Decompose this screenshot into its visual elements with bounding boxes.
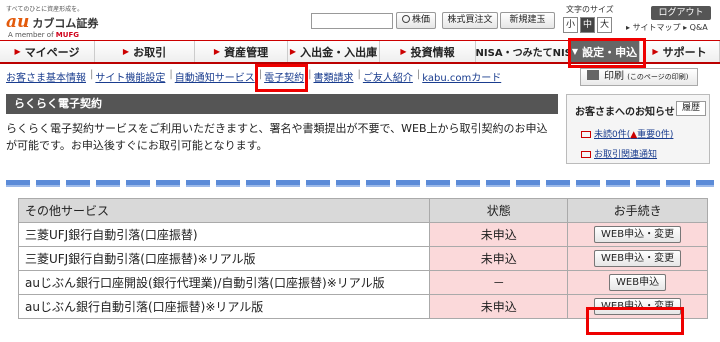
printer-icon	[587, 70, 599, 80]
service-name: 三菱UFJ銀行自動引落(口座振替)	[17, 222, 431, 247]
search-icon	[401, 15, 410, 23]
main-nav: ▶マイページ ▶お取引 ▶資産管理 ▶入出金・入出庫 ▶投資情報 ▶NISA・つ…	[0, 40, 720, 64]
services-table: その他サービス 状態 お手続き 三菱UFJ銀行自動引落(口座振替) 未申込 WE…	[17, 198, 708, 319]
action-cell: WEB申込・変更	[567, 222, 708, 247]
action-cell: WEB申込	[567, 270, 708, 295]
stock-search-input[interactable]	[311, 13, 393, 29]
mufg-logo: MUFG	[55, 31, 79, 39]
mail-icon	[581, 151, 591, 158]
arrow-right-icon: ▶	[14, 47, 21, 56]
nav-deposit[interactable]: ▶ 入出金・入出庫	[288, 41, 380, 62]
nav-nisa[interactable]: ▶NISA・つみたてNISA	[476, 41, 570, 62]
unread-link[interactable]: 未読0件(▲重要0件)	[581, 127, 673, 140]
service-name: 三菱UFJ銀行自動引落(口座振替)※リアル版	[17, 246, 431, 271]
header-links: ▸ サイトマップ ▸ Q&A	[626, 23, 708, 32]
table-row: auじぶん銀行自動引落(口座振替)※リアル版 未申込 WEB申込・変更	[17, 294, 708, 319]
status-cell: －	[429, 270, 569, 295]
web-apply-button[interactable]: WEB申込	[609, 274, 667, 291]
arrow-down-icon: ▼	[571, 47, 579, 56]
font-size-large[interactable]: 大	[597, 17, 612, 33]
sitemap-link[interactable]: サイトマップ	[633, 23, 681, 32]
table-row: 三菱UFJ銀行自動引落(口座振替)※リアル版 未申込 WEB申込・変更	[17, 246, 708, 271]
mail-icon	[581, 131, 591, 138]
nav-investment-info[interactable]: ▶ 投資情報	[380, 41, 476, 62]
web-apply-button[interactable]: WEB申込・変更	[594, 250, 682, 267]
action-cell: WEB申込・変更	[567, 246, 708, 271]
table-header-row: その他サービス 状態 お手続き	[17, 198, 708, 223]
member-of: A member of MUFG	[8, 31, 79, 39]
nav-mypage[interactable]: ▶ マイページ	[0, 41, 95, 62]
subnav-site-settings[interactable]: サイト機能設定	[95, 69, 165, 84]
subnav-basic-info[interactable]: お客さま基本情報	[6, 69, 86, 84]
arrow-right-icon: ▶	[289, 47, 297, 56]
service-name: auじぶん銀行口座開設(銀行代理業)/自動引落(口座振替)※リアル版	[17, 270, 431, 295]
action-cell: WEB申込・変更	[567, 294, 708, 319]
site-logo[interactable]: au カブコム証券	[6, 12, 98, 32]
status-cell: 未申込	[429, 222, 569, 247]
print-button[interactable]: 印刷 (このページの印刷)	[580, 68, 698, 86]
col-service: その他サービス	[17, 198, 431, 223]
table-row: 三菱UFJ銀行自動引落(口座振替) 未申込 WEB申込・変更	[17, 222, 708, 247]
subnav-e-contract[interactable]: 電子契約	[264, 69, 304, 84]
nav-trade[interactable]: ▶ お取引	[95, 41, 195, 62]
arrow-right-icon: ▶	[400, 47, 407, 56]
nav-support[interactable]: ▶ サポート	[640, 41, 720, 62]
history-button[interactable]: 履歴	[676, 101, 706, 116]
contract-notice-link[interactable]: お取引関連通知	[581, 147, 657, 160]
print-note: (このページの印刷)	[627, 73, 689, 81]
status-cell: 未申込	[429, 246, 569, 271]
logo-au: au	[6, 12, 30, 32]
member-prefix: A member of	[8, 31, 54, 39]
page-description: らくらく電子契約サービスをご利用いただきますと、署名や書類提出が不要で、WEB上…	[6, 122, 548, 152]
sub-nav: お客さま基本情報 | サイト機能設定 | 自動通知サービス | 電子契約 | 書類請求 |…	[6, 69, 502, 84]
col-status: 状態	[429, 198, 569, 223]
font-size-label: 文字のサイズ	[566, 5, 614, 14]
stock-buy-button[interactable]: 株式買注文	[442, 12, 498, 29]
page-title: らくらく電子契約	[6, 94, 558, 114]
logout-button[interactable]: ログアウト	[651, 6, 711, 20]
web-apply-button[interactable]: WEB申込・変更	[594, 226, 682, 243]
stock-price-label: 株価	[411, 15, 430, 25]
font-size-small[interactable]: 小	[563, 17, 578, 33]
subnav-card[interactable]: kabu.comカード	[422, 69, 501, 84]
notice-title: お客さまへのお知らせ	[575, 107, 675, 118]
web-apply-button[interactable]: WEB申込・変更	[594, 298, 682, 315]
arrow-right-icon: ▶	[213, 47, 221, 56]
font-size-medium[interactable]: 中	[580, 17, 595, 33]
stock-price-button[interactable]: 株価	[396, 12, 436, 29]
notice-box: お客さまへのお知らせ 履歴 未読0件(▲重要0件) お取引関連通知	[566, 94, 710, 164]
nav-settings[interactable]: ▼ 設定・申込	[570, 41, 640, 62]
divider-shadow	[6, 185, 714, 187]
logo-name: カブコム証券	[32, 17, 99, 30]
arrow-right-icon: ▶	[652, 47, 659, 56]
new-position-button[interactable]: 新規建玉	[500, 12, 555, 29]
status-cell: 未申込	[429, 294, 569, 319]
faq-link[interactable]: Q&A	[690, 23, 708, 32]
nav-assets[interactable]: ▶ 資産管理	[195, 41, 288, 62]
table-row: auじぶん銀行口座開設(銀行代理業)/自動引落(口座振替)※リアル版 － WEB…	[17, 270, 708, 295]
arrow-right-icon: ▶	[122, 47, 130, 56]
col-action: お手続き	[567, 198, 708, 223]
subnav-referral[interactable]: ご友人紹介	[363, 69, 413, 84]
subnav-doc-request[interactable]: 書類請求	[314, 69, 354, 84]
subnav-auto-notify[interactable]: 自動通知サービス	[175, 69, 255, 84]
service-name: auじぶん銀行自動引落(口座振替)※リアル版	[17, 294, 431, 319]
